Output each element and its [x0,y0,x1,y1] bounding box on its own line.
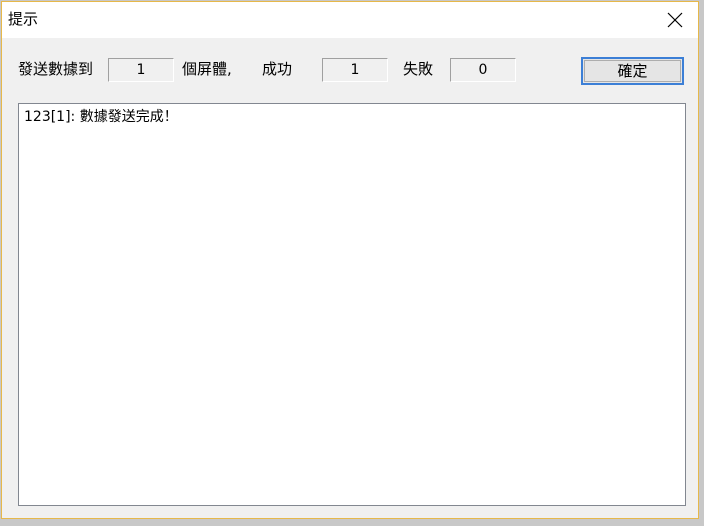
close-icon [667,12,683,28]
success-label: 成功 [262,60,293,78]
title-bar: 提示 [2,2,698,38]
sent-count-field: 1 [108,58,174,82]
fail-count-field: 0 [450,58,516,82]
fail-label: 失敗 [403,60,434,78]
success-count-field: 1 [322,58,388,82]
log-textarea[interactable]: 123[1]: 數據發送完成！ [18,103,686,506]
sent-label: 發送數據到 [18,60,94,78]
ok-button-label: 確定 [617,62,648,80]
screens-label: 個屏體, [182,60,232,78]
screenshot-frame: 提示 發送數據到 1 個屏體, 成功 1 失敗 0 確定 123[1]: 數據發… [0,0,704,526]
summary-row: 發送數據到 1 個屏體, 成功 1 失敗 0 確定 [2,38,698,100]
close-button[interactable] [652,2,698,38]
window-title: 提示 [8,10,39,28]
ok-button[interactable]: 確定 [581,57,684,85]
dialog-window: 提示 發送數據到 1 個屏體, 成功 1 失敗 0 確定 123[1]: 數據發… [1,1,699,519]
log-line: 123[1]: 數據發送完成！ [24,109,178,125]
